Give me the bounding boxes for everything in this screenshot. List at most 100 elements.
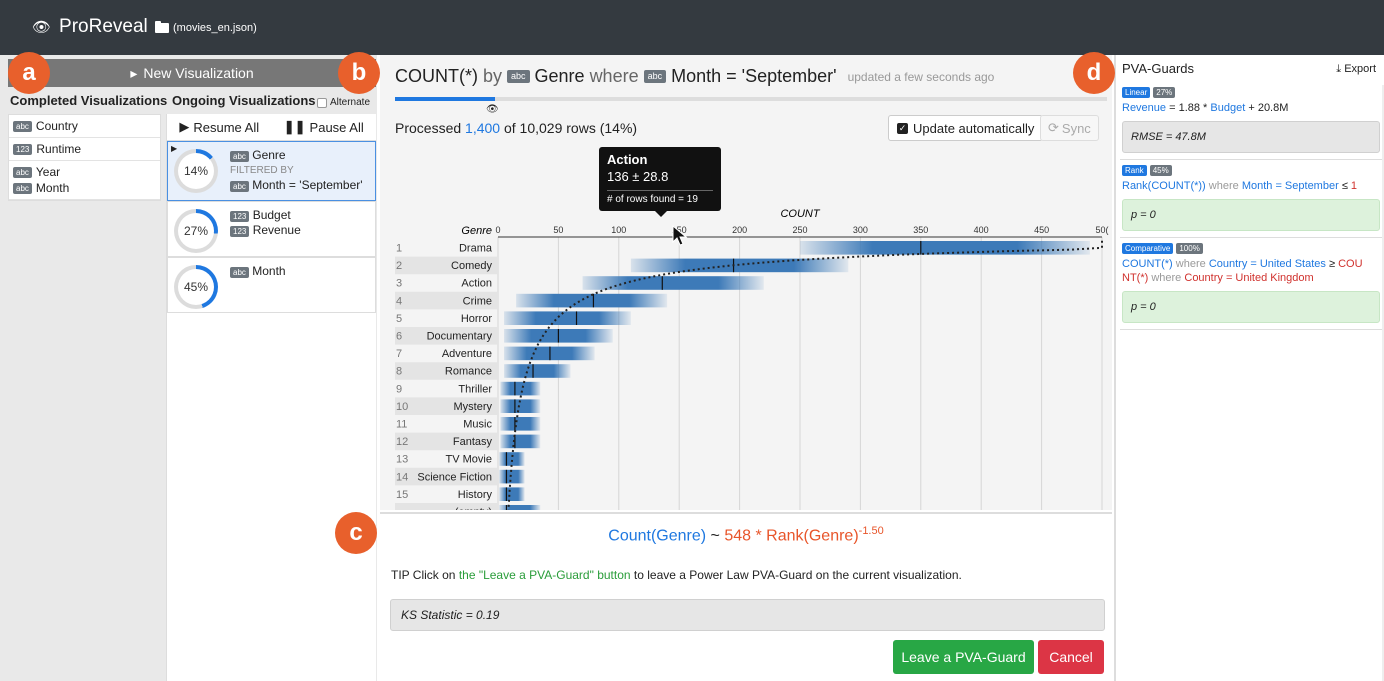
ongoing-item[interactable]: ▶ 14% abc Genre FILTERED BY abc Month = … [167, 141, 376, 201]
title-filter: Month = 'September' [671, 66, 837, 86]
bar [504, 346, 595, 361]
bar [582, 276, 764, 290]
leave-pva-guard-button[interactable]: Leave a PVA-Guard [893, 640, 1034, 674]
rank-label: 12 [396, 436, 408, 448]
category-label: Science Fiction [417, 471, 492, 483]
field-name: Month [35, 181, 70, 195]
ongoing-item[interactable]: 45% abc Month [167, 257, 376, 313]
processed-prefix: Processed [395, 120, 462, 136]
guard-expression: Revenue = 1.88 * Budget + 20.8M [1122, 101, 1380, 115]
rank-label: 15 [396, 489, 408, 501]
processed-suffix: of 10,029 rows (14%) [503, 120, 638, 136]
guard-term: Country = United Kingdom [1184, 272, 1314, 284]
tip-button-ref: the "Leave a PVA-Guard" button [458, 568, 631, 582]
pause-all-button[interactable]: ❚❚ Pause All [272, 114, 377, 140]
rank-label: 10 [396, 401, 408, 413]
guard-type-badge: Comparative [1122, 243, 1174, 254]
rank-label: 6 [396, 331, 402, 343]
x-tick-label-top: 300 [853, 225, 868, 235]
processed-text: Processed 1,400 of 10,029 rows (14%) [395, 120, 637, 136]
guard-card[interactable]: Comparative 100% COUNT(*) where Country =… [1120, 241, 1382, 330]
x-tick-label-top: 50 [553, 225, 563, 235]
alternate-toggle[interactable]: Alternate [317, 97, 370, 108]
guard-progress-badge: 100% [1176, 243, 1203, 254]
rank-label: 5 [396, 313, 402, 325]
bar [499, 505, 541, 510]
update-automatically-button[interactable]: ✓ Update automatically [888, 115, 1044, 141]
app-name: ProReveal [59, 16, 148, 37]
title-field: Genre [534, 66, 585, 86]
rank-label: 8 [396, 366, 402, 378]
guard-term: where [1151, 272, 1182, 284]
field-type-badge: 123 [13, 143, 33, 155]
filter-label: FILTERED BY [230, 165, 294, 176]
guard-term: COUNT(*) [1122, 258, 1173, 270]
resume-all-label: Resume All [193, 119, 260, 135]
title-where: where [589, 66, 639, 86]
callout-c: c [335, 512, 377, 554]
progress-label: 45% [178, 269, 214, 305]
category-label: Horror [461, 313, 493, 325]
guard-term: ≥ [1328, 258, 1336, 270]
progress-label: 27% [178, 213, 214, 249]
sync-button[interactable]: ⟳ Sync [1040, 115, 1099, 141]
rank-label: 3 [396, 278, 402, 290]
guard-type-badge: Rank [1122, 165, 1147, 176]
tooltip-title: Action [607, 152, 648, 167]
guard-term: where [1208, 180, 1239, 192]
completed-item[interactable]: 123 Runtime [9, 138, 160, 161]
file-indicator[interactable]: (movies_en.json) [155, 21, 257, 34]
power-law-formula: Count(Genre) ~ 548 * Rank(Genre)-1.50 [380, 525, 1112, 545]
alternate-checkbox[interactable] [317, 97, 327, 108]
guard-term: Month = September [1241, 180, 1339, 192]
category-label: History [458, 489, 493, 501]
guard-term: NT(*) [1122, 272, 1149, 284]
category-label: Fantasy [453, 436, 493, 448]
x-tick-label-top: 200 [732, 225, 747, 235]
ongoing-list: ▶ Resume All ❚❚ Pause All ▶ 14% abc Genre … [166, 114, 376, 681]
field-type-badge: 123 [230, 226, 250, 237]
vis-title: COUNT(*) by abc Genre where abc Month = … [395, 66, 994, 87]
ongoing-item[interactable]: 27% 123 Budget 123 Revenue [167, 201, 376, 257]
guard-card[interactable]: Rank 45% Rank(COUNT(*)) where Month = Sep… [1120, 163, 1382, 238]
guard-term: Budget [1210, 102, 1246, 114]
formula-coef: 548 [724, 527, 752, 545]
sync-label: Sync [1061, 120, 1091, 136]
new-visualization-label: New Visualization [143, 65, 254, 81]
x-tick-label-top: 350 [913, 225, 928, 235]
category-label: Crime [463, 295, 492, 307]
guard-card[interactable]: Linear 27% Revenue = 1.88 * Budget + 20.8… [1120, 85, 1382, 160]
completed-header: Completed Visualizations [10, 93, 168, 108]
tooltip: Action 136 ± 28.8 # of rows found = 19 [599, 147, 721, 217]
resume-all-button[interactable]: ▶ Resume All [167, 114, 272, 140]
main-panel: COUNT(*) by abc Genre where abc Month = … [380, 55, 1112, 510]
ongoing-header: Ongoing Visualizations [172, 93, 316, 108]
field-name: Genre [252, 148, 286, 162]
guard-stat: p = 0 [1122, 291, 1380, 323]
completed-item[interactable]: abc Year abc Month [9, 161, 160, 200]
completed-item[interactable]: abc Country [9, 115, 160, 138]
x-tick-label-top: 0 [495, 225, 500, 235]
pause-icon: ❚❚ [283, 119, 306, 134]
formula-exponent: -1.50 [858, 525, 884, 537]
brand[interactable]: 👁 ProReveal [32, 16, 148, 38]
guard-term: COU [1338, 258, 1363, 270]
processing-progress[interactable] [395, 97, 1107, 101]
rank-label: 11 [396, 419, 407, 431]
bar [500, 434, 541, 449]
play-icon: ▶ [171, 144, 178, 153]
cursor-icon [672, 225, 688, 246]
rank-label: 9 [396, 383, 402, 395]
new-visualization-button[interactable]: ▸ New Visualization [8, 59, 376, 87]
category-label: Adventure [442, 348, 492, 360]
eye-icon: 👁 [486, 104, 499, 115]
cancel-button[interactable]: Cancel [1038, 640, 1104, 674]
filter-value: Month = 'September' [252, 178, 363, 192]
category-label: Music [463, 419, 492, 431]
rank-label: 13 [396, 454, 408, 466]
export-button[interactable]: ⤓ Export [1336, 63, 1376, 76]
eye-icon: 👁 [32, 19, 52, 36]
rank-label: 4 [396, 295, 402, 307]
field-name: Runtime [36, 142, 82, 156]
guard-term: Rank(COUNT(*)) [1122, 180, 1206, 192]
